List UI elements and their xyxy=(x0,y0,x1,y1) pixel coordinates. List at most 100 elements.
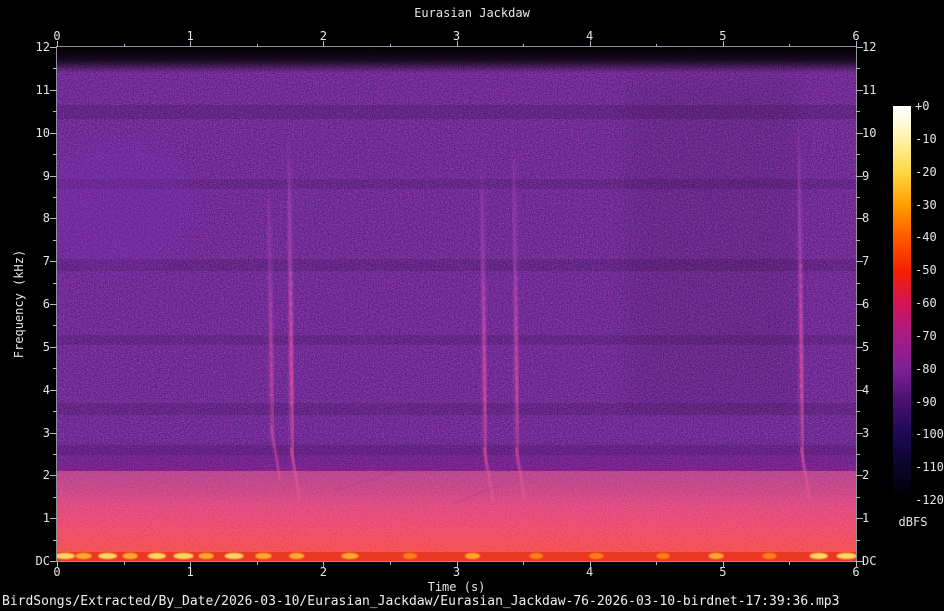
chart-title: Eurasian Jackdaw xyxy=(414,6,530,20)
colorbar-tick-label: -10 xyxy=(915,131,937,146)
y-tick-label-right: 3 xyxy=(862,425,870,440)
x-tick-minor-bottom xyxy=(389,562,391,565)
x-tick-major-top xyxy=(190,41,192,47)
y-tick-major-left xyxy=(50,218,57,220)
x-tick-minor-top xyxy=(656,44,658,47)
colorbar-tick-label: -100 xyxy=(915,427,944,442)
y-tick-minor-left xyxy=(53,453,57,455)
y-tick-label-left: 3 xyxy=(42,425,50,440)
y-tick-major-right xyxy=(856,47,863,48)
y-tick-label-left: 10 xyxy=(35,125,50,140)
y-tick-major-left xyxy=(50,304,57,305)
y-tick-label-right: 2 xyxy=(862,468,870,483)
y-tick-major-right xyxy=(856,261,863,263)
y-tick-minor-left xyxy=(53,239,57,241)
dc-hotspot xyxy=(98,552,118,560)
y-tick-major-left xyxy=(50,432,57,434)
y-tick-label-left: 6 xyxy=(42,297,50,311)
dc-hotspot xyxy=(122,552,138,560)
colorbar-tick-label: +0 xyxy=(915,99,930,113)
y-tick-minor-left xyxy=(53,325,57,327)
dc-hotspot xyxy=(147,552,166,560)
dc-hotspot xyxy=(289,552,305,560)
y-tick-minor-left xyxy=(53,539,57,541)
y-tick-label-right: 6 xyxy=(862,297,870,311)
y-tick-label-right: 12 xyxy=(862,40,877,54)
spectrogram-canvas xyxy=(57,47,856,561)
y-tick-label-left: 4 xyxy=(42,382,50,397)
x-tick-major-bottom xyxy=(589,562,591,568)
colorbar-tick-label: -80 xyxy=(915,361,937,376)
y-tick-label-right: 7 xyxy=(862,254,870,269)
y-tick-major-left xyxy=(50,475,57,477)
y-tick-major-right xyxy=(856,432,863,434)
colorbar-tick-label: -40 xyxy=(915,230,937,245)
colorbar-tick-label: -110 xyxy=(915,460,944,475)
x-tick-minor-top xyxy=(123,44,125,47)
y-tick-minor-right xyxy=(856,68,860,70)
x-tick-major-top xyxy=(57,41,58,47)
x-tick-major-top xyxy=(323,41,325,47)
y-tick-minor-right xyxy=(856,154,860,156)
y-tick-label-left: 2 xyxy=(42,468,50,483)
y-tick-major-right xyxy=(856,132,863,134)
dc-hotspot xyxy=(464,552,481,560)
y-tick-label-right: 8 xyxy=(862,211,870,226)
colorbar-tick-label: -70 xyxy=(915,328,937,343)
y-tick-minor-right xyxy=(856,411,860,413)
colorbar-tick-label: -60 xyxy=(915,296,937,310)
dc-hotspot xyxy=(198,552,214,560)
y-tick-major-left xyxy=(50,346,57,348)
colorbar-tick-label: -50 xyxy=(915,263,937,278)
y-tick-minor-left xyxy=(53,111,57,113)
y-tick-minor-right xyxy=(856,539,860,541)
dc-hotspot xyxy=(708,552,724,560)
y-tick-major-left xyxy=(50,261,57,263)
x-tick-minor-top xyxy=(789,44,791,47)
dc-hotspot xyxy=(255,552,272,560)
spectrogram-window: Eurasian Jackdaw Time (s) Frequency (kHz… xyxy=(0,0,944,611)
dc-hotspot xyxy=(589,552,604,560)
x-tick-major-bottom xyxy=(456,562,458,568)
y-tick-label-left: 9 xyxy=(42,168,50,183)
y-tick-label-left: 7 xyxy=(42,254,50,269)
dc-hotspot xyxy=(75,552,92,560)
y-tick-major-left xyxy=(50,518,57,520)
y-tick-minor-left xyxy=(53,196,57,198)
y-tick-major-right xyxy=(856,389,863,391)
x-tick-minor-bottom xyxy=(256,562,258,565)
dc-hotspot xyxy=(809,552,828,560)
colorbar-tick-label: -90 xyxy=(915,394,937,409)
y-tick-minor-right xyxy=(856,453,860,455)
x-tick-major-bottom xyxy=(190,562,192,568)
dc-hotspot xyxy=(402,552,417,560)
x-tick-major-bottom xyxy=(722,562,724,568)
y-tick-major-left xyxy=(50,389,57,391)
y-tick-major-right xyxy=(856,518,863,520)
y-tick-major-right xyxy=(856,561,863,562)
y-tick-minor-left xyxy=(53,496,57,498)
y-tick-major-right xyxy=(856,475,863,477)
y-tick-major-right xyxy=(856,346,863,348)
dc-hotspot xyxy=(836,552,856,560)
y-tick-label-left: 5 xyxy=(42,339,50,354)
dc-hotspot xyxy=(341,552,359,560)
colorbar-tick-label: -30 xyxy=(915,197,937,212)
y-tick-minor-right xyxy=(856,196,860,198)
x-tick-minor-top xyxy=(389,44,391,47)
y-tick-major-left xyxy=(50,132,57,134)
y-tick-label-right: 9 xyxy=(862,168,870,183)
x-tick-major-bottom xyxy=(57,562,58,568)
y-tick-label-right: 4 xyxy=(862,382,870,397)
x-tick-minor-bottom xyxy=(656,562,658,565)
y-tick-major-right xyxy=(856,304,863,305)
x-tick-minor-bottom xyxy=(523,562,525,565)
y-tick-minor-left xyxy=(53,154,57,156)
dc-hotspot xyxy=(656,552,670,560)
colorbar-tick-label: -120 xyxy=(915,493,944,507)
y-tick-minor-left xyxy=(53,282,57,284)
x-tick-major-top xyxy=(456,41,458,47)
x-axis-label: Time (s) xyxy=(427,580,486,594)
dc-hotspot xyxy=(762,552,777,560)
y-tick-label-right: 5 xyxy=(862,339,870,354)
